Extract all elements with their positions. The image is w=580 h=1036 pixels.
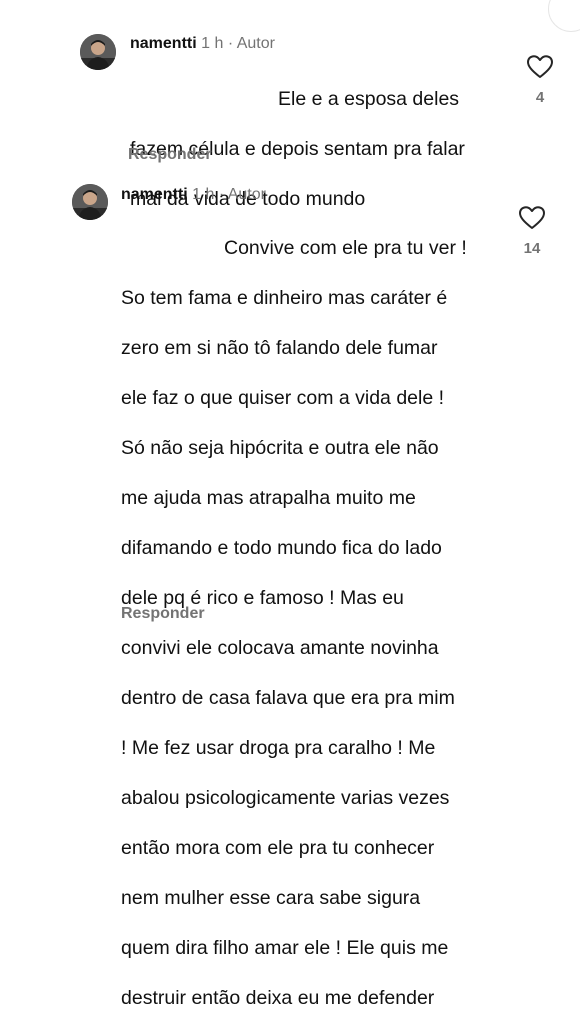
username[interactable]: namentti — [121, 186, 188, 203]
comment-line: So tem fama e dinheiro mas caráter é — [121, 287, 448, 309]
comment-line: Convive com ele pra tu ver ! — [224, 237, 467, 259]
comment-line: Só não seja hipócrita e outra ele não — [121, 437, 439, 459]
comment-line: então mora com ele pra tu conhecer — [121, 837, 435, 859]
author-badge: Autor — [227, 186, 266, 203]
avatar[interactable] — [72, 184, 108, 220]
timestamp: 1 h — [192, 186, 215, 203]
like-count: 4 — [535, 89, 545, 106]
corner-decoration — [548, 0, 580, 32]
comment-line: quem dira filho amar ele ! Ele quis me — [121, 937, 449, 959]
comment-line: Ele e a esposa deles — [278, 88, 460, 110]
comment-line: dentro de casa falava que era pra mim — [121, 687, 455, 709]
comment-line: abalou psicologicamente varias vezes — [121, 787, 450, 809]
comment-line: me ajuda mas atrapalha muito me — [121, 487, 416, 509]
comment-line: destruir então deixa eu me defender — [121, 987, 435, 1009]
separator-dot: · — [218, 186, 225, 203]
comment-line: convivi ele colocava amante novinha — [121, 637, 439, 659]
timestamp: 1 h — [201, 35, 224, 52]
heart-outline-icon[interactable] — [526, 55, 554, 79]
like-control: 4 — [526, 55, 554, 106]
comment-meta: namentti 1 h · Autor — [130, 34, 275, 54]
like-count: 14 — [523, 240, 541, 257]
avatar[interactable] — [80, 34, 116, 70]
reply-button[interactable]: Responder — [128, 145, 212, 165]
username[interactable]: namentti — [130, 35, 197, 52]
heart-outline-icon[interactable] — [518, 206, 546, 230]
reply-button[interactable]: Responder — [121, 604, 205, 624]
like-control: 14 — [518, 206, 546, 257]
comment-line: ! Me fez usar droga pra caralho ! Me — [121, 737, 436, 759]
separator-dot: · — [227, 35, 234, 52]
comment-meta: namentti 1 h · Autor — [121, 185, 266, 205]
author-badge: Autor — [236, 35, 275, 52]
comment-line: ele faz o que quiser com a vida dele ! — [121, 387, 445, 409]
comment-line: nem mulher esse cara sabe sigura — [121, 887, 421, 909]
comment-line: zero em si não tô falando dele fumar — [121, 337, 438, 359]
comment-line: difamando e todo mundo fica do lado — [121, 537, 442, 559]
